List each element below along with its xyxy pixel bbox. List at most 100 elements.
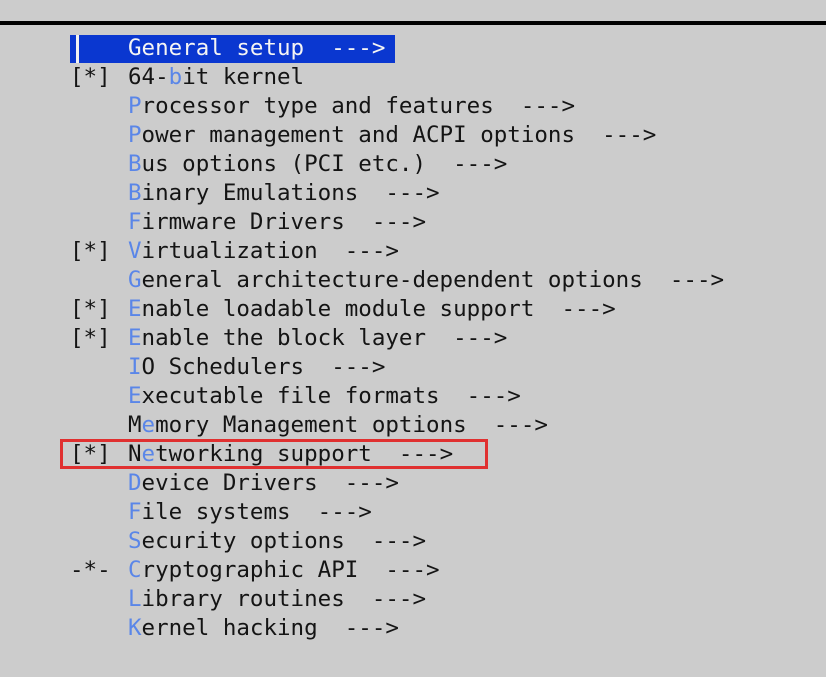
label-text-after-hotkey: rocessor type and features (141, 93, 494, 119)
menu-item-label: IO Schedulers ---> (128, 353, 385, 382)
menu-item-label: Security options ---> (128, 527, 426, 556)
submenu-arrow-icon: ---> (534, 296, 616, 322)
menu-item[interactable]: General setup ---> (0, 34, 826, 63)
label-text-after-hotkey: nable the block layer (141, 325, 427, 351)
label-text-after-hotkey: it kernel (182, 64, 305, 90)
submenu-arrow-icon: ---> (575, 122, 657, 148)
submenu-arrow-icon: ---> (344, 586, 427, 612)
menu-item-label: Enable loadable module support ---> (128, 295, 616, 324)
cursor-bar (76, 35, 79, 63)
menu-item-hotkey: e (141, 441, 156, 467)
menu-item-label: Binary Emulations ---> (128, 179, 440, 208)
menu-item-label: Networking support ---> (128, 440, 453, 469)
submenu-arrow-icon: ---> (426, 325, 508, 351)
menu-item-hotkey: E (128, 325, 142, 351)
menu-item[interactable]: [*] Virtualization ---> (0, 237, 826, 266)
menu-item-state-marker: -*- (70, 557, 111, 583)
label-text-after-hotkey: ernel hacking (141, 615, 318, 641)
menu-item-label: Bus options (PCI etc.) ---> (128, 150, 507, 179)
menu-item[interactable]: Device Drivers ---> (0, 469, 826, 498)
menu-item-hotkey: D (128, 470, 142, 496)
kernel-config-menu-list: General setup ---> [*] 64-bit kernel Proces… (0, 34, 826, 643)
submenu-arrow-icon: ---> (317, 470, 399, 496)
menu-item-label: Enable the block layer ---> (128, 324, 507, 353)
submenu-arrow-icon: ---> (317, 238, 399, 264)
label-text-after-hotkey: ryptographic API (141, 557, 359, 583)
menu-item-hotkey: F (128, 209, 142, 235)
menu-item[interactable]: Executable file formats ---> (0, 382, 826, 411)
menu-item-state-marker: [*] (70, 64, 111, 90)
menu-item[interactable]: Processor type and features ---> (0, 92, 826, 121)
submenu-arrow-icon: ---> (317, 615, 399, 641)
label-text-after-hotkey: ile systems (141, 499, 291, 525)
menu-item-state-marker: [*] (70, 238, 111, 264)
menu-item-hotkey: S (128, 528, 142, 554)
label-text-before-hotkey: M (128, 412, 142, 438)
label-text-after-hotkey: ecurity options (141, 528, 345, 554)
menu-item-label: Memory Management options ---> (128, 411, 548, 440)
menu-item[interactable]: Binary Emulations ---> (0, 179, 826, 208)
menu-item[interactable]: Kernel hacking ---> (0, 614, 826, 643)
submenu-arrow-icon: ---> (358, 180, 440, 206)
submenu-arrow-icon: ---> (466, 412, 548, 438)
menu-item-hotkey: G (128, 267, 142, 293)
label-text-after-hotkey: ower management and ACPI options (141, 122, 576, 148)
submenu-arrow-icon: ---> (642, 267, 725, 293)
menu-item-state-marker: [*] (70, 296, 111, 322)
label-text-before-hotkey: 64- (128, 64, 169, 90)
menu-item[interactable]: Power management and ACPI options ---> (0, 121, 826, 150)
label-text-after-hotkey: O Schedulers (141, 354, 305, 380)
submenu-arrow-icon: ---> (290, 499, 372, 525)
menu-item[interactable]: [*] Enable the block layer ---> (0, 324, 826, 353)
menu-item-state-marker: [*] (70, 325, 111, 351)
menu-item[interactable]: -*- Cryptographic API ---> (0, 556, 826, 585)
menu-item-label: Executable file formats ---> (128, 382, 521, 411)
menu-item-hotkey: b (168, 64, 183, 90)
submenu-arrow-icon: ---> (439, 383, 521, 409)
menu-item[interactable]: [*] 64-bit kernel (0, 63, 826, 92)
menu-item-hotkey: K (128, 615, 142, 641)
menu-item[interactable]: IO Schedulers ---> (0, 353, 826, 382)
submenu-arrow-icon: ---> (304, 354, 386, 380)
submenu-arrow-icon: ---> (426, 151, 508, 177)
menu-item-label: Library routines ---> (128, 585, 426, 614)
menu-item-label: Firmware Drivers ---> (128, 208, 426, 237)
label-text-after-hotkey: mory Management options (155, 412, 467, 438)
menu-item-label: Cryptographic API ---> (128, 556, 440, 585)
submenu-arrow-icon: ---> (358, 557, 440, 583)
menu-item-hotkey: B (128, 180, 142, 206)
menu-item[interactable]: Library routines ---> (0, 585, 826, 614)
menu-item[interactable]: [*] Enable loadable module support ---> (0, 295, 826, 324)
menu-item-label: Kernel hacking ---> (128, 614, 399, 643)
menu-item-label: General architecture-dependent options -… (128, 266, 724, 295)
menu-item[interactable]: File systems ---> (0, 498, 826, 527)
menu-item-label: Device Drivers ---> (128, 469, 399, 498)
label-text-after-hotkey: tworking support (155, 441, 372, 467)
menu-item-hotkey: P (128, 93, 142, 119)
menu-item[interactable]: [*] Networking support ---> (0, 440, 826, 469)
submenu-arrow-icon: ---> (304, 35, 386, 61)
menu-item-label: Virtualization ---> (128, 237, 399, 266)
menu-item[interactable]: Firmware Drivers ---> (0, 208, 826, 237)
label-text-after-hotkey: irmware Drivers (141, 209, 345, 235)
label-text-before-hotkey: N (128, 441, 142, 467)
menu-item-label: File systems ---> (128, 498, 372, 527)
menu-item[interactable]: General architecture-dependent options -… (0, 266, 826, 295)
menu-item-label: Processor type and features ---> (128, 92, 575, 121)
label-text-after-hotkey: General setup (128, 35, 305, 61)
menu-item-hotkey: E (128, 383, 142, 409)
submenu-arrow-icon: ---> (371, 441, 454, 467)
menu-item-label: 64-bit kernel (128, 63, 304, 92)
submenu-arrow-icon: ---> (493, 93, 576, 119)
menu-item-hotkey: E (128, 296, 142, 322)
label-text-after-hotkey: us options (PCI etc.) (141, 151, 427, 177)
menu-item[interactable]: Security options ---> (0, 527, 826, 556)
menu-item-hotkey: I (128, 354, 142, 380)
menu-item-hotkey: C (128, 557, 142, 583)
submenu-arrow-icon: ---> (344, 209, 427, 235)
menu-item[interactable]: Bus options (PCI etc.) ---> (0, 150, 826, 179)
menu-item-label: Power management and ACPI options ---> (128, 121, 656, 150)
label-text-after-hotkey: ibrary routines (141, 586, 345, 612)
menu-item-hotkey: P (128, 122, 142, 148)
menu-item[interactable]: Memory Management options ---> (0, 411, 826, 440)
